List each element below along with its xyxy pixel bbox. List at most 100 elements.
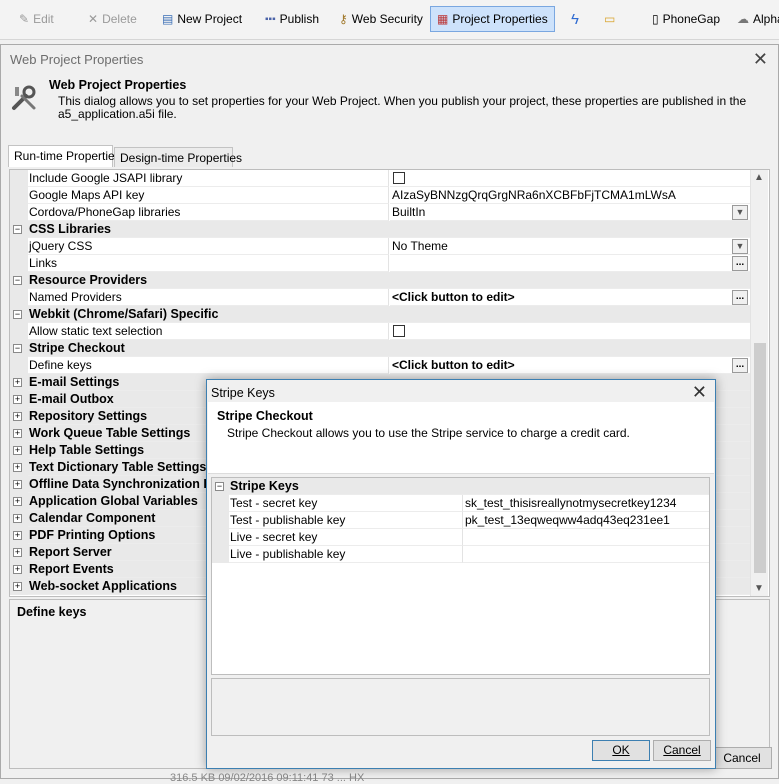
scroll-down-icon[interactable]: ▼: [754, 583, 764, 594]
key-value[interactable]: sk_test_thisisreallynotmysecretkey1234: [463, 495, 709, 512]
new-project-button[interactable]: ▤ New Project: [162, 6, 242, 32]
grid-property-row[interactable]: Allow static text selection: [10, 323, 750, 340]
row-gutter: [10, 289, 28, 306]
ellipsis-button[interactable]: ...: [732, 358, 748, 373]
stripe-keys-category[interactable]: − Stripe Keys: [212, 478, 709, 495]
grid-property-row[interactable]: Include Google JSAPI library: [10, 170, 750, 187]
expand-icon[interactable]: +: [13, 378, 22, 387]
ok-button[interactable]: OK: [592, 740, 650, 761]
close-icon[interactable]: ✕: [753, 49, 768, 70]
main-toolbar: ✎ Edit ✕ Delete ▤ New Project ▪▪▪ Publish ⚷ W…: [0, 0, 779, 40]
stripe-key-row[interactable]: Live - secret key: [212, 529, 709, 546]
property-value-text: <Click button to edit>: [392, 358, 515, 372]
property-name: Named Providers: [28, 289, 389, 306]
expand-icon[interactable]: +: [13, 429, 22, 438]
scroll-up-icon[interactable]: ▲: [754, 172, 764, 183]
grid-property-row[interactable]: Google Maps API key AIzaSyBNNzgQrqGrgNRa6…: [10, 187, 750, 204]
expand-icon[interactable]: +: [13, 514, 22, 523]
property-value[interactable]: [390, 170, 750, 187]
expand-icon[interactable]: +: [13, 412, 22, 421]
collapse-icon[interactable]: −: [13, 344, 22, 353]
phonegap-button[interactable]: ▯ PhoneGap: [652, 6, 720, 32]
property-value[interactable]: BuiltIn ▼: [390, 204, 750, 221]
key-name: Test - secret key: [229, 495, 463, 512]
key-name: Live - publishable key: [229, 546, 463, 563]
window-cancel-button[interactable]: Cancel: [712, 747, 772, 769]
tab-runtime-properties[interactable]: Run-time Properties: [8, 145, 121, 167]
grid-property-row[interactable]: jQuery CSS No Theme ▼: [10, 238, 750, 255]
web-security-button[interactable]: ⚷ Web Security: [339, 6, 423, 32]
edit-button[interactable]: ✎ Edit: [19, 6, 54, 32]
dialog-close-icon[interactable]: ✕: [692, 382, 707, 403]
grid-property-row[interactable]: Links...: [10, 255, 750, 272]
alpha-cloud-button[interactable]: ☁Alpha: [737, 6, 779, 32]
phone-icon: ▯: [652, 12, 659, 26]
expand-icon[interactable]: +: [13, 531, 22, 540]
checkbox[interactable]: [393, 325, 405, 337]
stripe-key-row[interactable]: Test - publishable key pk_test_13eqweqww…: [212, 512, 709, 529]
property-value[interactable]: No Theme ▼: [390, 238, 750, 255]
ellipsis-button[interactable]: ...: [732, 290, 748, 305]
dialog-description-panel: [211, 678, 710, 736]
expand-icon[interactable]: +: [13, 565, 22, 574]
dialog-header-description: Stripe Checkout allows you to use the St…: [227, 426, 630, 440]
dialog-title: Stripe Keys: [211, 386, 275, 400]
expand-icon[interactable]: +: [13, 395, 22, 404]
collapse-icon[interactable]: −: [13, 310, 22, 319]
expand-icon[interactable]: +: [13, 497, 22, 506]
open-folder-button[interactable]: ▭: [604, 6, 619, 32]
property-value[interactable]: ...: [390, 255, 750, 272]
dialog-header-title: Stripe Checkout: [217, 409, 313, 423]
grid-category-row[interactable]: − Webkit (Chrome/Safari) Specific: [10, 306, 750, 323]
stripe-keys-dialog: Stripe Keys ✕ Stripe Checkout Stripe Che…: [206, 379, 716, 769]
expand-icon[interactable]: +: [13, 446, 22, 455]
property-name: Links: [28, 255, 389, 272]
stripe-key-row[interactable]: Live - publishable key: [212, 546, 709, 563]
ellipsis-button[interactable]: ...: [732, 256, 748, 271]
dropdown-chevron-icon[interactable]: ▼: [732, 239, 748, 254]
expand-icon[interactable]: +: [13, 480, 22, 489]
header-description: This dialog allows you to set properties…: [58, 94, 747, 121]
key-name: Test - publishable key: [229, 512, 463, 529]
lightning-icon: ϟ: [571, 10, 579, 28]
row-gutter: [10, 204, 28, 221]
property-name: Stripe Checkout: [28, 340, 750, 357]
property-name: Allow static text selection: [28, 323, 389, 340]
window-header: Web Project Properties This dialog allow…: [1, 72, 778, 134]
tools-icon: [10, 84, 38, 115]
checkbox[interactable]: [393, 172, 405, 184]
grid-category-row[interactable]: − CSS Libraries: [10, 221, 750, 238]
collapse-icon[interactable]: −: [13, 225, 22, 234]
tab-designtime-properties[interactable]: Design-time Properties: [114, 147, 242, 167]
expand-icon[interactable]: +: [13, 548, 22, 557]
lightning-button[interactable]: ϟ: [571, 6, 583, 32]
row-gutter: [10, 238, 28, 255]
expand-icon[interactable]: +: [13, 463, 22, 472]
grid-property-row[interactable]: Define keys <Click button to edit>...: [10, 357, 750, 374]
expand-icon[interactable]: +: [13, 582, 22, 591]
property-value[interactable]: [390, 323, 750, 340]
key-value[interactable]: pk_test_13eqweqww4adq43eq231ee1: [463, 512, 709, 529]
grid-property-row[interactable]: Cordova/PhoneGap libraries BuiltIn ▼: [10, 204, 750, 221]
dropdown-chevron-icon[interactable]: ▼: [732, 205, 748, 220]
scroll-thumb[interactable]: [754, 343, 766, 573]
grid-scrollbar[interactable]: ▲ ▼: [750, 170, 768, 596]
project-properties-button[interactable]: ▦ Project Properties: [430, 6, 555, 32]
grid-category-row[interactable]: − Resource Providers: [10, 272, 750, 289]
cancel-button[interactable]: Cancel: [653, 740, 711, 761]
collapse-icon[interactable]: −: [215, 482, 224, 491]
key-value[interactable]: [463, 546, 709, 563]
property-name: CSS Libraries: [28, 221, 750, 238]
delete-button[interactable]: ✕ Delete: [88, 6, 137, 32]
property-value[interactable]: <Click button to edit>...: [390, 357, 750, 374]
publish-button[interactable]: ▪▪▪ Publish: [265, 6, 319, 32]
grid-property-row[interactable]: Named Providers <Click button to edit>...: [10, 289, 750, 306]
stripe-key-row[interactable]: Test - secret key sk_test_thisisreallyno…: [212, 495, 709, 512]
collapse-icon[interactable]: −: [13, 276, 22, 285]
property-value-text: <Click button to edit>: [392, 290, 515, 304]
grid-category-row[interactable]: − Stripe Checkout: [10, 340, 750, 357]
property-name: Define keys: [28, 357, 389, 374]
key-value[interactable]: [463, 529, 709, 546]
property-value[interactable]: <Click button to edit>...: [390, 289, 750, 306]
property-value[interactable]: AIzaSyBNNzgQrqGrgNRa6nXCBFbFjTCMA1mLWsA: [390, 187, 750, 204]
